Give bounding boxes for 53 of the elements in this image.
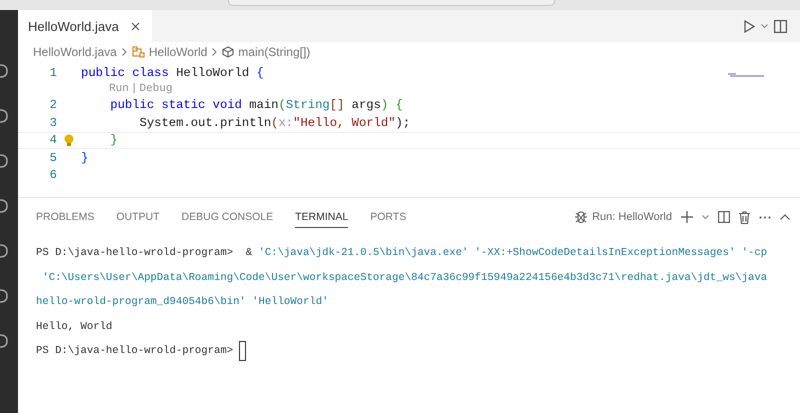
code-text: public class HelloWorld {: [81, 66, 264, 80]
class-icon: [132, 46, 145, 58]
chevron-down-icon[interactable]: [702, 214, 709, 220]
trash-icon[interactable]: [739, 210, 750, 224]
minimap-drawing[interactable]: [728, 73, 764, 77]
bug-icon: [574, 210, 588, 224]
terminal-line: PS D:\java-hello-wrold-program>: [36, 345, 234, 358]
chevron-right-icon: [122, 48, 127, 56]
terminal-line: Hello, World: [36, 320, 112, 333]
terminal-line: 'C:\Users\User\AppData\Roaming\Code\User\workspaceStorage\84c7a36c99f15949a224156e4b3d3c71\redhat.java\jdt_ws\java: [41, 272, 768, 284]
line-number: 5: [48, 150, 57, 165]
terminal-line: hello-wrold-program_d94054b6\bin' 'HelloWorld': [36, 296, 328, 308]
chevron-up-icon[interactable]: [780, 214, 790, 220]
breadcrumb-item[interactable]: HelloWorld: [148, 45, 208, 59]
plus-icon[interactable]: [681, 211, 693, 223]
activity-bar-icon[interactable]: [0, 287, 8, 305]
panel-tab[interactable]: TERMINAL: [295, 206, 348, 228]
breadcrumb-item[interactable]: main(String[]): [238, 45, 310, 59]
panel-tab[interactable]: DEBUG CONSOLE: [182, 206, 274, 228]
cube-icon: [222, 46, 234, 58]
split-terminal-icon[interactable]: [718, 211, 730, 223]
panel-tab[interactable]: PROBLEMS: [36, 206, 94, 228]
chevron-right-icon: [212, 48, 218, 56]
breadcrumb-item[interactable]: HelloWorld.java: [33, 45, 117, 59]
panel-tab[interactable]: OUTPUT: [116, 206, 160, 228]
code-text: }: [109, 133, 118, 148]
code-text: public static void main(String[] args) {: [109, 98, 403, 112]
line-number: 3: [48, 116, 57, 130]
code-text: }: [81, 150, 88, 165]
panel-tab[interactable]: PORTS: [370, 206, 406, 228]
more-icon[interactable]: [759, 216, 771, 218]
activity-bar-icon[interactable]: [0, 62, 8, 80]
activity-bar-icon[interactable]: [0, 197, 8, 215]
terminal-name[interactable]: Run: HelloWorld: [592, 211, 672, 223]
code-text: System.out.println(x:"Hello, World");: [138, 116, 410, 130]
line-number: 6: [48, 168, 57, 182]
activity-bar-icon[interactable]: [0, 152, 8, 170]
split-editor-icon[interactable]: [774, 20, 787, 32]
run-icon[interactable]: [744, 20, 755, 32]
activity-bar-icon[interactable]: [0, 242, 8, 260]
activity-bar-icon[interactable]: [0, 107, 8, 125]
editor-tab[interactable]: HelloWorld.java: [18, 10, 152, 42]
lightbulb-icon[interactable]: [64, 134, 74, 147]
close-icon[interactable]: [130, 22, 140, 30]
chevron-down-icon[interactable]: [761, 24, 768, 28]
line-number: 2: [48, 98, 57, 112]
codelens-separator: |: [130, 83, 138, 95]
terminal-line: PS D:\java-hello-wrold-program> & 'C:\java\jdk-21.0.5\bin\java.exe' '-XX:+ShowCodeDetailsInExceptionMessages' '-cp: [36, 247, 768, 260]
line-number: 4: [48, 133, 57, 148]
activity-bar-icon[interactable]: [0, 332, 8, 350]
line-number: 1: [48, 66, 57, 80]
codelens-link[interactable]: Debug: [139, 83, 172, 95]
codelens-link[interactable]: Run: [109, 83, 129, 95]
